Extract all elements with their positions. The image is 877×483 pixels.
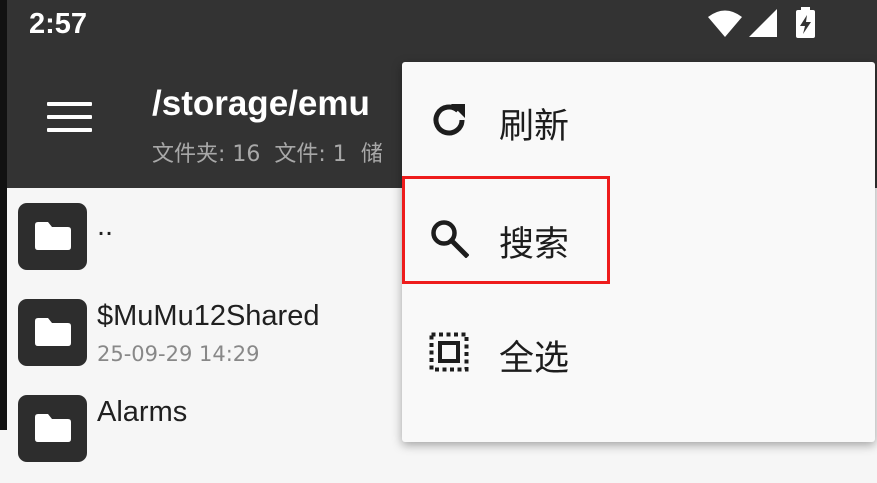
battery-charging-icon bbox=[796, 7, 815, 38]
hamburger-menu-icon[interactable] bbox=[47, 102, 99, 136]
menu-item-refresh[interactable]: 刷新 bbox=[402, 62, 875, 174]
file-date: 25-09-29 14:29 bbox=[97, 342, 260, 366]
search-icon bbox=[429, 218, 470, 259]
wifi-icon bbox=[708, 10, 742, 37]
status-icons bbox=[705, 6, 825, 40]
folder-count: 文件夹: 16 bbox=[152, 142, 261, 167]
menu-item-label: 全选 bbox=[499, 339, 570, 379]
folder-icon bbox=[18, 299, 87, 366]
screen-edge bbox=[0, 0, 7, 430]
file-name: $MuMu12Shared bbox=[97, 300, 320, 332]
folder-icon bbox=[18, 203, 87, 270]
overflow-menu: 刷新 搜索 全选 bbox=[402, 62, 875, 442]
status-bar: 2:57 bbox=[7, 0, 877, 48]
file-name: Alarms bbox=[97, 396, 188, 428]
storage-info: 储 bbox=[360, 142, 383, 167]
select-all-icon bbox=[429, 332, 469, 372]
file-count: 文件: 1 bbox=[274, 142, 347, 167]
menu-item-search[interactable]: 搜索 bbox=[402, 180, 875, 292]
folder-summary: 文件夹: 16 文件: 1 储 bbox=[152, 136, 383, 168]
cell-signal-icon bbox=[749, 9, 777, 37]
menu-item-label: 搜索 bbox=[499, 225, 570, 265]
menu-item-select-all[interactable]: 全选 bbox=[402, 294, 875, 406]
refresh-icon bbox=[429, 100, 469, 140]
file-name: .. bbox=[97, 210, 114, 242]
status-time: 2:57 bbox=[29, 8, 88, 40]
current-path-title: /storage/emu bbox=[152, 84, 370, 123]
menu-item-label: 刷新 bbox=[499, 107, 570, 147]
folder-icon bbox=[18, 395, 87, 462]
